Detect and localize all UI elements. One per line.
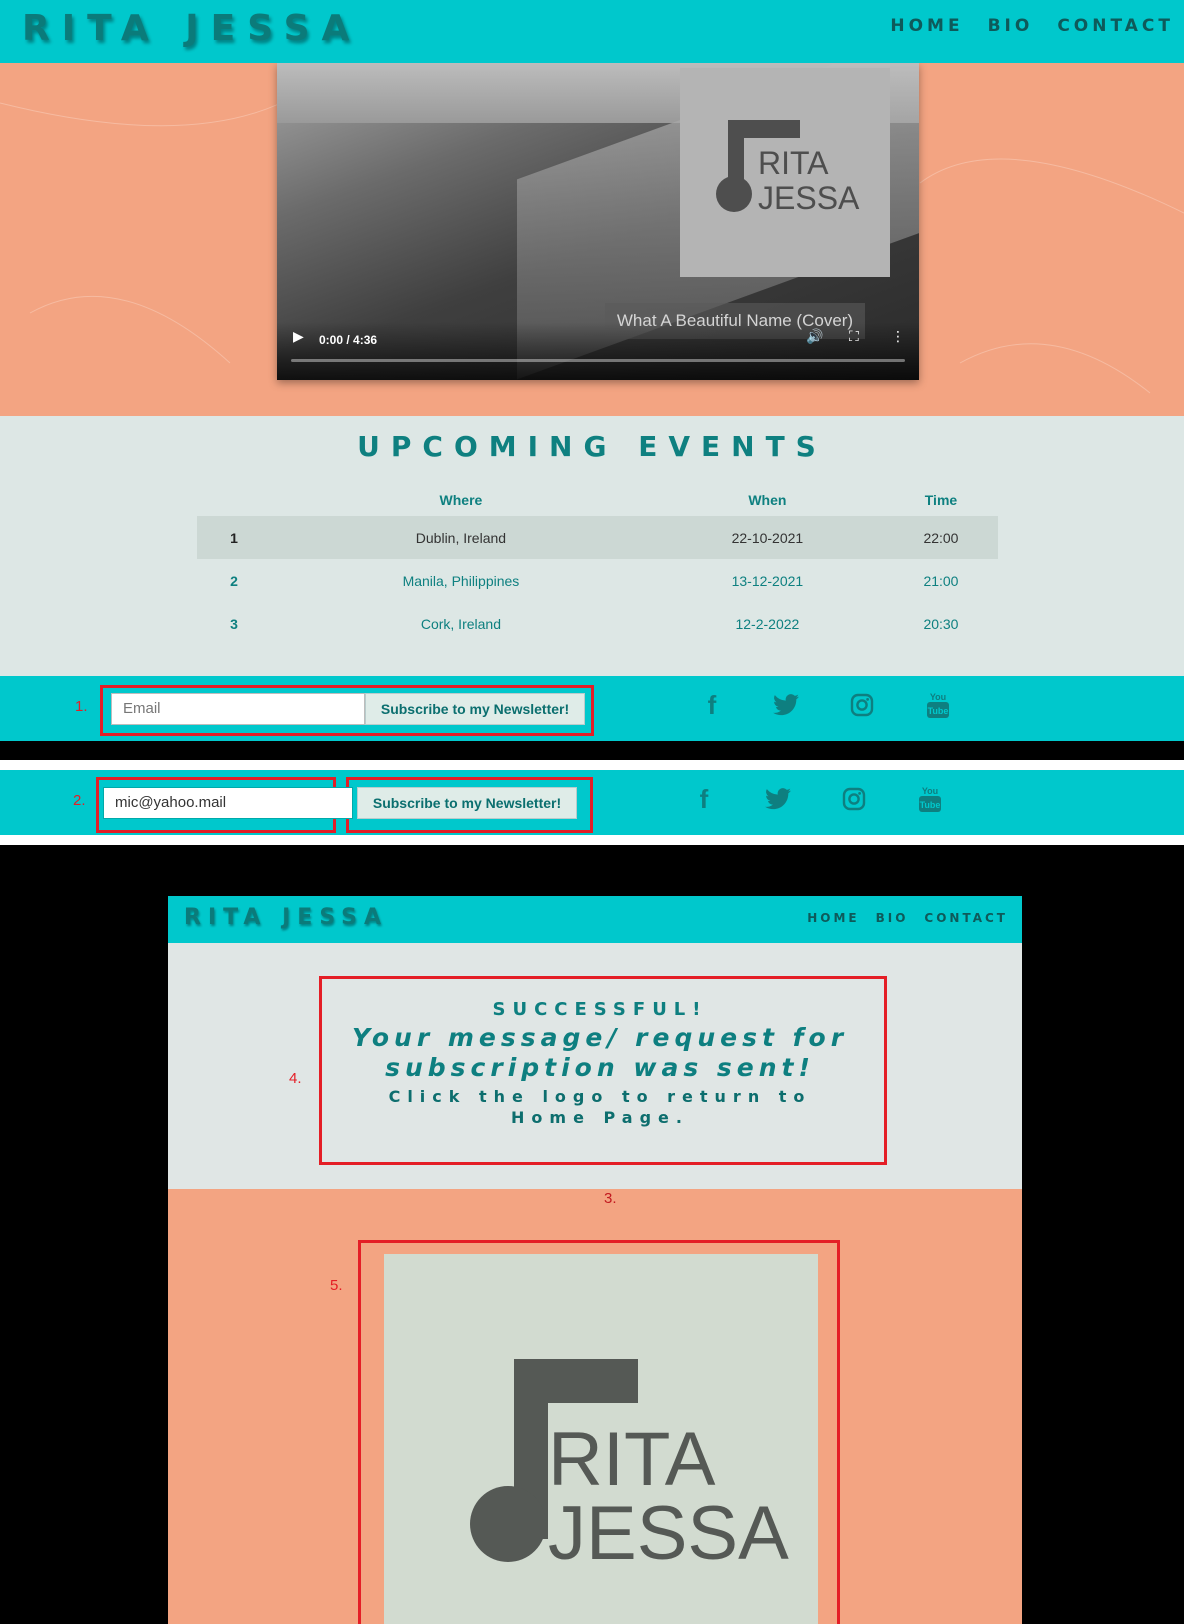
event-number: 3 bbox=[230, 615, 238, 632]
success-heading: SUCCESSFUL! bbox=[492, 999, 708, 1020]
event-where: Cork, Ireland bbox=[420, 615, 501, 632]
separator bbox=[0, 760, 1184, 770]
nav-home[interactable]: HOME bbox=[807, 911, 859, 925]
nav-contact[interactable]: CONTACT bbox=[924, 911, 1008, 925]
site-header: RITA JESSA HOME BIO CONTACT bbox=[168, 896, 1022, 943]
rita-jessa-logo-icon: RITA JESSA bbox=[716, 120, 860, 216]
svg-text:RITA: RITA bbox=[548, 1417, 716, 1502]
svg-text:You: You bbox=[922, 786, 938, 796]
svg-text:JESSA: JESSA bbox=[758, 180, 860, 216]
nav-contact[interactable]: CONTACT bbox=[1057, 16, 1174, 36]
events-title: UPCOMING EVENTS bbox=[357, 430, 827, 463]
svg-text:Tube: Tube bbox=[928, 706, 949, 716]
site-logo-text[interactable]: RITA JESSA bbox=[22, 8, 361, 49]
video-progress-bar[interactable] bbox=[291, 359, 905, 362]
video-time: 0:00 / 4:36 bbox=[319, 333, 378, 347]
event-time: 22:00 bbox=[883, 516, 998, 559]
instagram-icon[interactable] bbox=[842, 787, 866, 811]
table-row: 1 Dublin, Ireland 22-10-2021 22:00 bbox=[197, 516, 998, 559]
main-nav: HOME BIO CONTACT bbox=[807, 911, 1008, 925]
step-label-1: 1. bbox=[75, 698, 88, 715]
svg-text:Tube: Tube bbox=[920, 800, 941, 810]
events-table: Where When Time 1 Dublin, Ireland 22-10-… bbox=[197, 484, 998, 645]
fullscreen-icon[interactable]: ⛶ bbox=[849, 329, 859, 345]
twitter-icon[interactable] bbox=[773, 694, 799, 716]
event-where: Manila, Philippines bbox=[402, 572, 520, 589]
event-number: 1 bbox=[197, 516, 271, 559]
hero-section: RITA JESSA What A Beautiful Name (Cover)… bbox=[0, 63, 1184, 416]
return-instruction: Click the logo to return to Home Page. bbox=[388, 1087, 812, 1127]
event-where: Dublin, Ireland bbox=[271, 516, 651, 559]
youtube-icon[interactable]: You Tube bbox=[918, 784, 942, 814]
nav-home[interactable]: HOME bbox=[890, 16, 963, 36]
youtube-icon[interactable]: You Tube bbox=[926, 690, 950, 720]
event-number: 2 bbox=[230, 572, 238, 589]
main-nav: HOME BIO CONTACT bbox=[890, 16, 1174, 36]
email-field[interactable]: mic@yahoo.mail bbox=[103, 787, 353, 819]
success-page-screenshot: RITA JESSA HOME BIO CONTACT SUCCESSFUL! … bbox=[168, 896, 1022, 1624]
table-header-row: Where When Time bbox=[197, 484, 998, 516]
step-label-3: 3. bbox=[604, 1190, 617, 1207]
event-when: 22-10-2021 bbox=[650, 516, 884, 559]
event-when: 12-2-2022 bbox=[735, 615, 800, 632]
newsletter-bar-1: 1. Email Subscribe to my Newsletter! f Y… bbox=[0, 676, 1184, 741]
table-row: 2 Manila, Philippines 13-12-2021 21:00 bbox=[197, 559, 998, 602]
separator bbox=[0, 835, 1184, 845]
newsletter-bar-2: 2. mic@yahoo.mail Subscribe to my Newsle… bbox=[0, 770, 1184, 835]
facebook-icon[interactable]: f bbox=[700, 690, 724, 721]
table-header: When bbox=[748, 492, 787, 508]
event-when: 13-12-2021 bbox=[731, 572, 804, 589]
nav-bio[interactable]: BIO bbox=[876, 911, 909, 925]
table-header: Where bbox=[439, 492, 483, 508]
event-time: 21:00 bbox=[923, 572, 959, 589]
volume-icon[interactable]: 🔊 bbox=[806, 329, 823, 345]
table-row: 3 Cork, Ireland 12-2-2022 20:30 bbox=[197, 602, 998, 645]
step-label-4: 4. bbox=[289, 1070, 302, 1087]
step-label-2: 2. bbox=[73, 792, 86, 809]
svg-text:JESSA: JESSA bbox=[548, 1491, 789, 1576]
facebook-icon[interactable]: f bbox=[692, 784, 716, 815]
subscribe-button[interactable]: Subscribe to my Newsletter! bbox=[357, 787, 577, 819]
step-label-5: 5. bbox=[330, 1277, 343, 1294]
video-logo-thumbnail: RITA JESSA bbox=[680, 68, 890, 277]
table-header bbox=[197, 484, 271, 516]
success-message: SUCCESSFUL! Your message/ request for su… bbox=[320, 978, 880, 1160]
success-message-section: SUCCESSFUL! Your message/ request for su… bbox=[168, 943, 1022, 1189]
event-time: 20:30 bbox=[923, 615, 959, 632]
twitter-icon[interactable] bbox=[765, 788, 791, 810]
home-logo-link[interactable]: RITA JESSA bbox=[384, 1254, 818, 1624]
events-section: UPCOMING EVENTS Where When Time 1 Dublin… bbox=[0, 416, 1184, 676]
email-field[interactable]: Email bbox=[111, 693, 365, 725]
site-header: RITA JESSA HOME BIO CONTACT bbox=[0, 0, 1184, 63]
nav-bio[interactable]: BIO bbox=[988, 16, 1034, 36]
table-header: Time bbox=[924, 492, 958, 508]
video-player[interactable]: RITA JESSA What A Beautiful Name (Cover)… bbox=[277, 63, 919, 380]
instagram-icon[interactable] bbox=[850, 693, 874, 717]
svg-text:RITA: RITA bbox=[758, 145, 829, 181]
rita-jessa-logo-icon: RITA JESSA bbox=[470, 1359, 789, 1576]
success-subheading: Your message/ request for subscription w… bbox=[351, 1023, 849, 1082]
separator bbox=[0, 741, 1184, 760]
more-options-icon[interactable]: ⋮ bbox=[891, 329, 905, 345]
subscribe-button[interactable]: Subscribe to my Newsletter! bbox=[365, 693, 585, 725]
svg-text:You: You bbox=[930, 692, 946, 702]
play-icon[interactable]: ▶ bbox=[293, 329, 304, 345]
site-logo-text[interactable]: RITA JESSA bbox=[184, 905, 388, 930]
